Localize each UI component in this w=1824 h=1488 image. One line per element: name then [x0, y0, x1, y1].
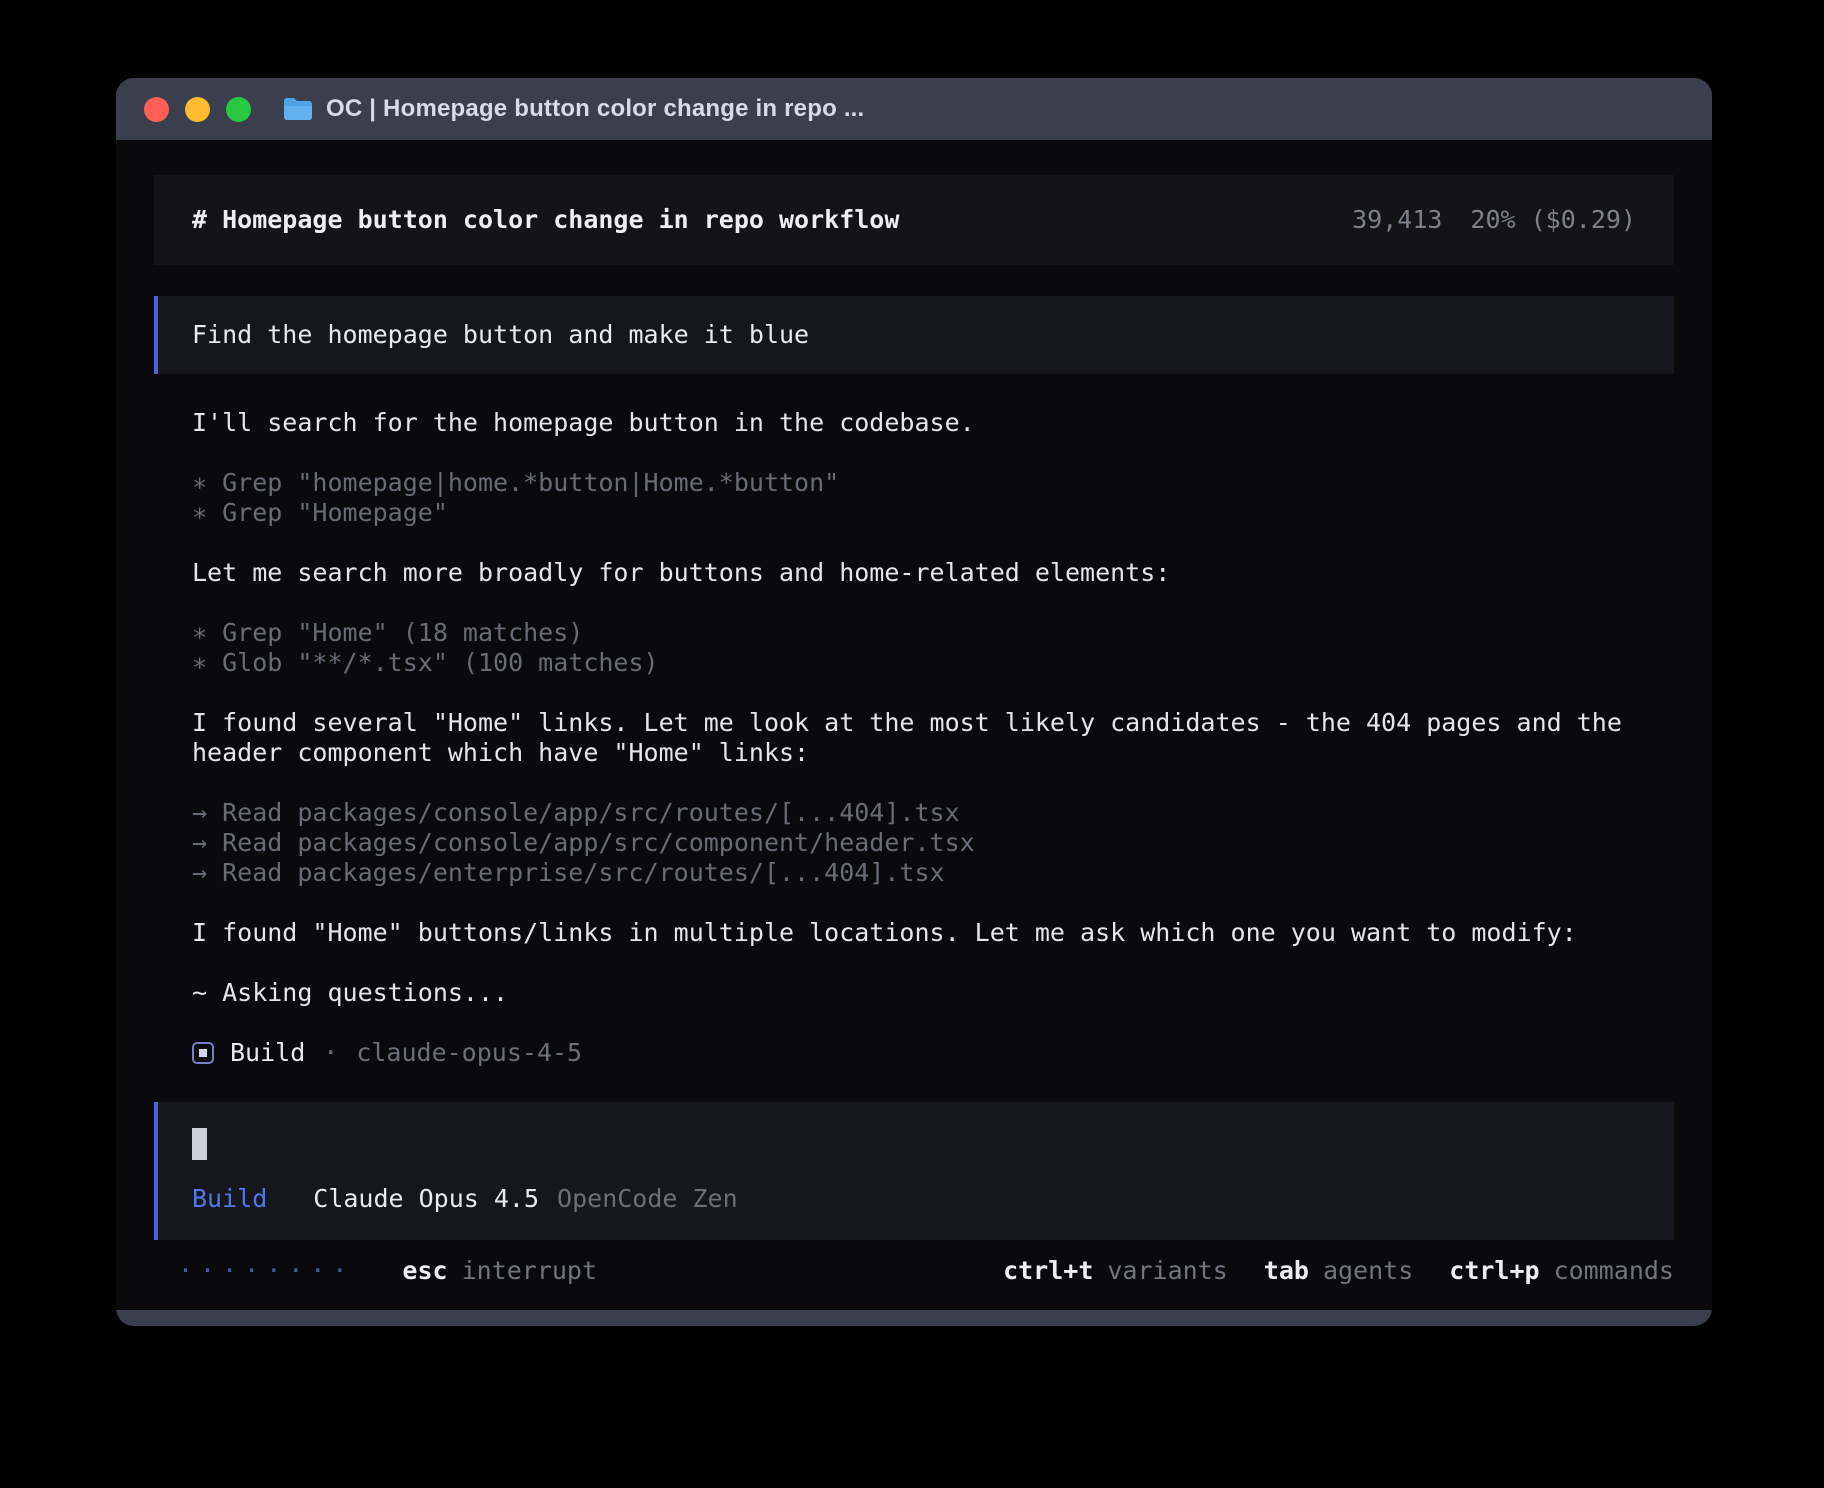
terminal-content: # Homepage button color change in repo w…	[116, 140, 1712, 1310]
keyhint-key: tab	[1264, 1256, 1309, 1286]
status-right: ctrl+t variants tab agents ctrl+p comman…	[1003, 1256, 1674, 1286]
zoom-button[interactable]	[226, 97, 251, 122]
minimize-button[interactable]	[185, 97, 210, 122]
tool-call: → Read packages/console/app/src/routes/[…	[192, 798, 1636, 828]
user-message-text: Find the homepage button and make it blu…	[192, 320, 809, 349]
tool-call: → Read packages/console/app/src/componen…	[192, 828, 1636, 858]
tool-call-group: ∗ Grep "homepage|home.*button|Home.*butt…	[192, 468, 1636, 528]
input-model: Claude Opus 4.5	[313, 1184, 539, 1214]
assistant-response: I'll search for the homepage button in t…	[154, 374, 1674, 1008]
input-modeline: Build Claude Opus 4.5 OpenCode Zen	[192, 1184, 1640, 1214]
keyhint-interrupt: esc interrupt	[402, 1256, 597, 1286]
text-cursor	[192, 1128, 207, 1160]
prompt-input[interactable]: Build Claude Opus 4.5 OpenCode Zen	[154, 1102, 1674, 1240]
tool-call-group: → Read packages/console/app/src/routes/[…	[192, 798, 1636, 888]
user-message: Find the homepage button and make it blu…	[154, 296, 1674, 374]
session-meta: 39,413 20% ($0.29)	[1352, 205, 1636, 235]
keyhint-label: agents	[1323, 1256, 1413, 1286]
session-header: # Homepage button color change in repo w…	[154, 175, 1674, 265]
context-cost: 20% ($0.29)	[1470, 205, 1636, 235]
folder-icon	[283, 97, 313, 121]
agent-build-icon	[192, 1042, 214, 1064]
window-titlebar: OC | Homepage button color change in rep…	[116, 78, 1712, 140]
tool-call-group: ∗ Grep "Home" (18 matches) ∗ Glob "**/*.…	[192, 618, 1636, 678]
window-title: OC | Homepage button color change in rep…	[326, 95, 864, 123]
assistant-text: I found several "Home" links. Let me loo…	[192, 708, 1636, 768]
spinner-dots-icon: ········	[178, 1256, 354, 1286]
assistant-paragraph: I found several "Home" links. Let me loo…	[192, 708, 1636, 768]
keyhint-agents: tab agents	[1264, 1256, 1413, 1286]
keyhint-label: variants	[1107, 1256, 1227, 1286]
keyhint-key: esc	[402, 1256, 447, 1286]
input-mode: Build	[192, 1184, 267, 1214]
tool-call: ∗ Grep "homepage|home.*button|Home.*butt…	[192, 468, 1636, 498]
session-title: # Homepage button color change in repo w…	[192, 205, 899, 235]
assistant-paragraph: I'll search for the homepage button in t…	[192, 408, 1636, 438]
agent-separator: ·	[323, 1038, 338, 1068]
agent-model: claude-opus-4-5	[356, 1038, 582, 1068]
agent-indicator: Build · claude-opus-4-5	[154, 1038, 1674, 1068]
keyhint-label: interrupt	[462, 1256, 597, 1286]
agent-name: Build	[230, 1038, 305, 1068]
assistant-text: I'll search for the homepage button in t…	[192, 408, 1636, 438]
keyhint-key: ctrl+p	[1449, 1256, 1539, 1286]
tool-call: → Read packages/enterprise/src/routes/[.…	[192, 858, 1636, 888]
keyhint-variants: ctrl+t variants	[1003, 1256, 1228, 1286]
assistant-text: ~ Asking questions...	[192, 978, 1636, 1008]
assistant-status: ~ Asking questions...	[192, 978, 1636, 1008]
assistant-text: I found "Home" buttons/links in multiple…	[192, 918, 1636, 948]
keyhint-commands: ctrl+p commands	[1449, 1256, 1674, 1286]
status-bar: ········ esc interrupt ctrl+t variants t…	[154, 1256, 1674, 1286]
tool-call: ∗ Grep "Homepage"	[192, 498, 1636, 528]
assistant-text: Let me search more broadly for buttons a…	[192, 558, 1636, 588]
input-provider: OpenCode Zen	[557, 1184, 738, 1214]
tool-call: ∗ Grep "Home" (18 matches)	[192, 618, 1636, 648]
status-left: ········ esc interrupt	[154, 1256, 597, 1286]
app-window: OC | Homepage button color change in rep…	[116, 78, 1712, 1326]
assistant-paragraph: I found "Home" buttons/links in multiple…	[192, 918, 1636, 948]
assistant-paragraph: Let me search more broadly for buttons a…	[192, 558, 1636, 588]
keyhint-key: ctrl+t	[1003, 1256, 1093, 1286]
close-button[interactable]	[144, 97, 169, 122]
keyhint-label: commands	[1554, 1256, 1674, 1286]
traffic-lights	[144, 97, 251, 122]
token-count: 39,413	[1352, 205, 1442, 235]
tool-call: ∗ Glob "**/*.tsx" (100 matches)	[192, 648, 1636, 678]
